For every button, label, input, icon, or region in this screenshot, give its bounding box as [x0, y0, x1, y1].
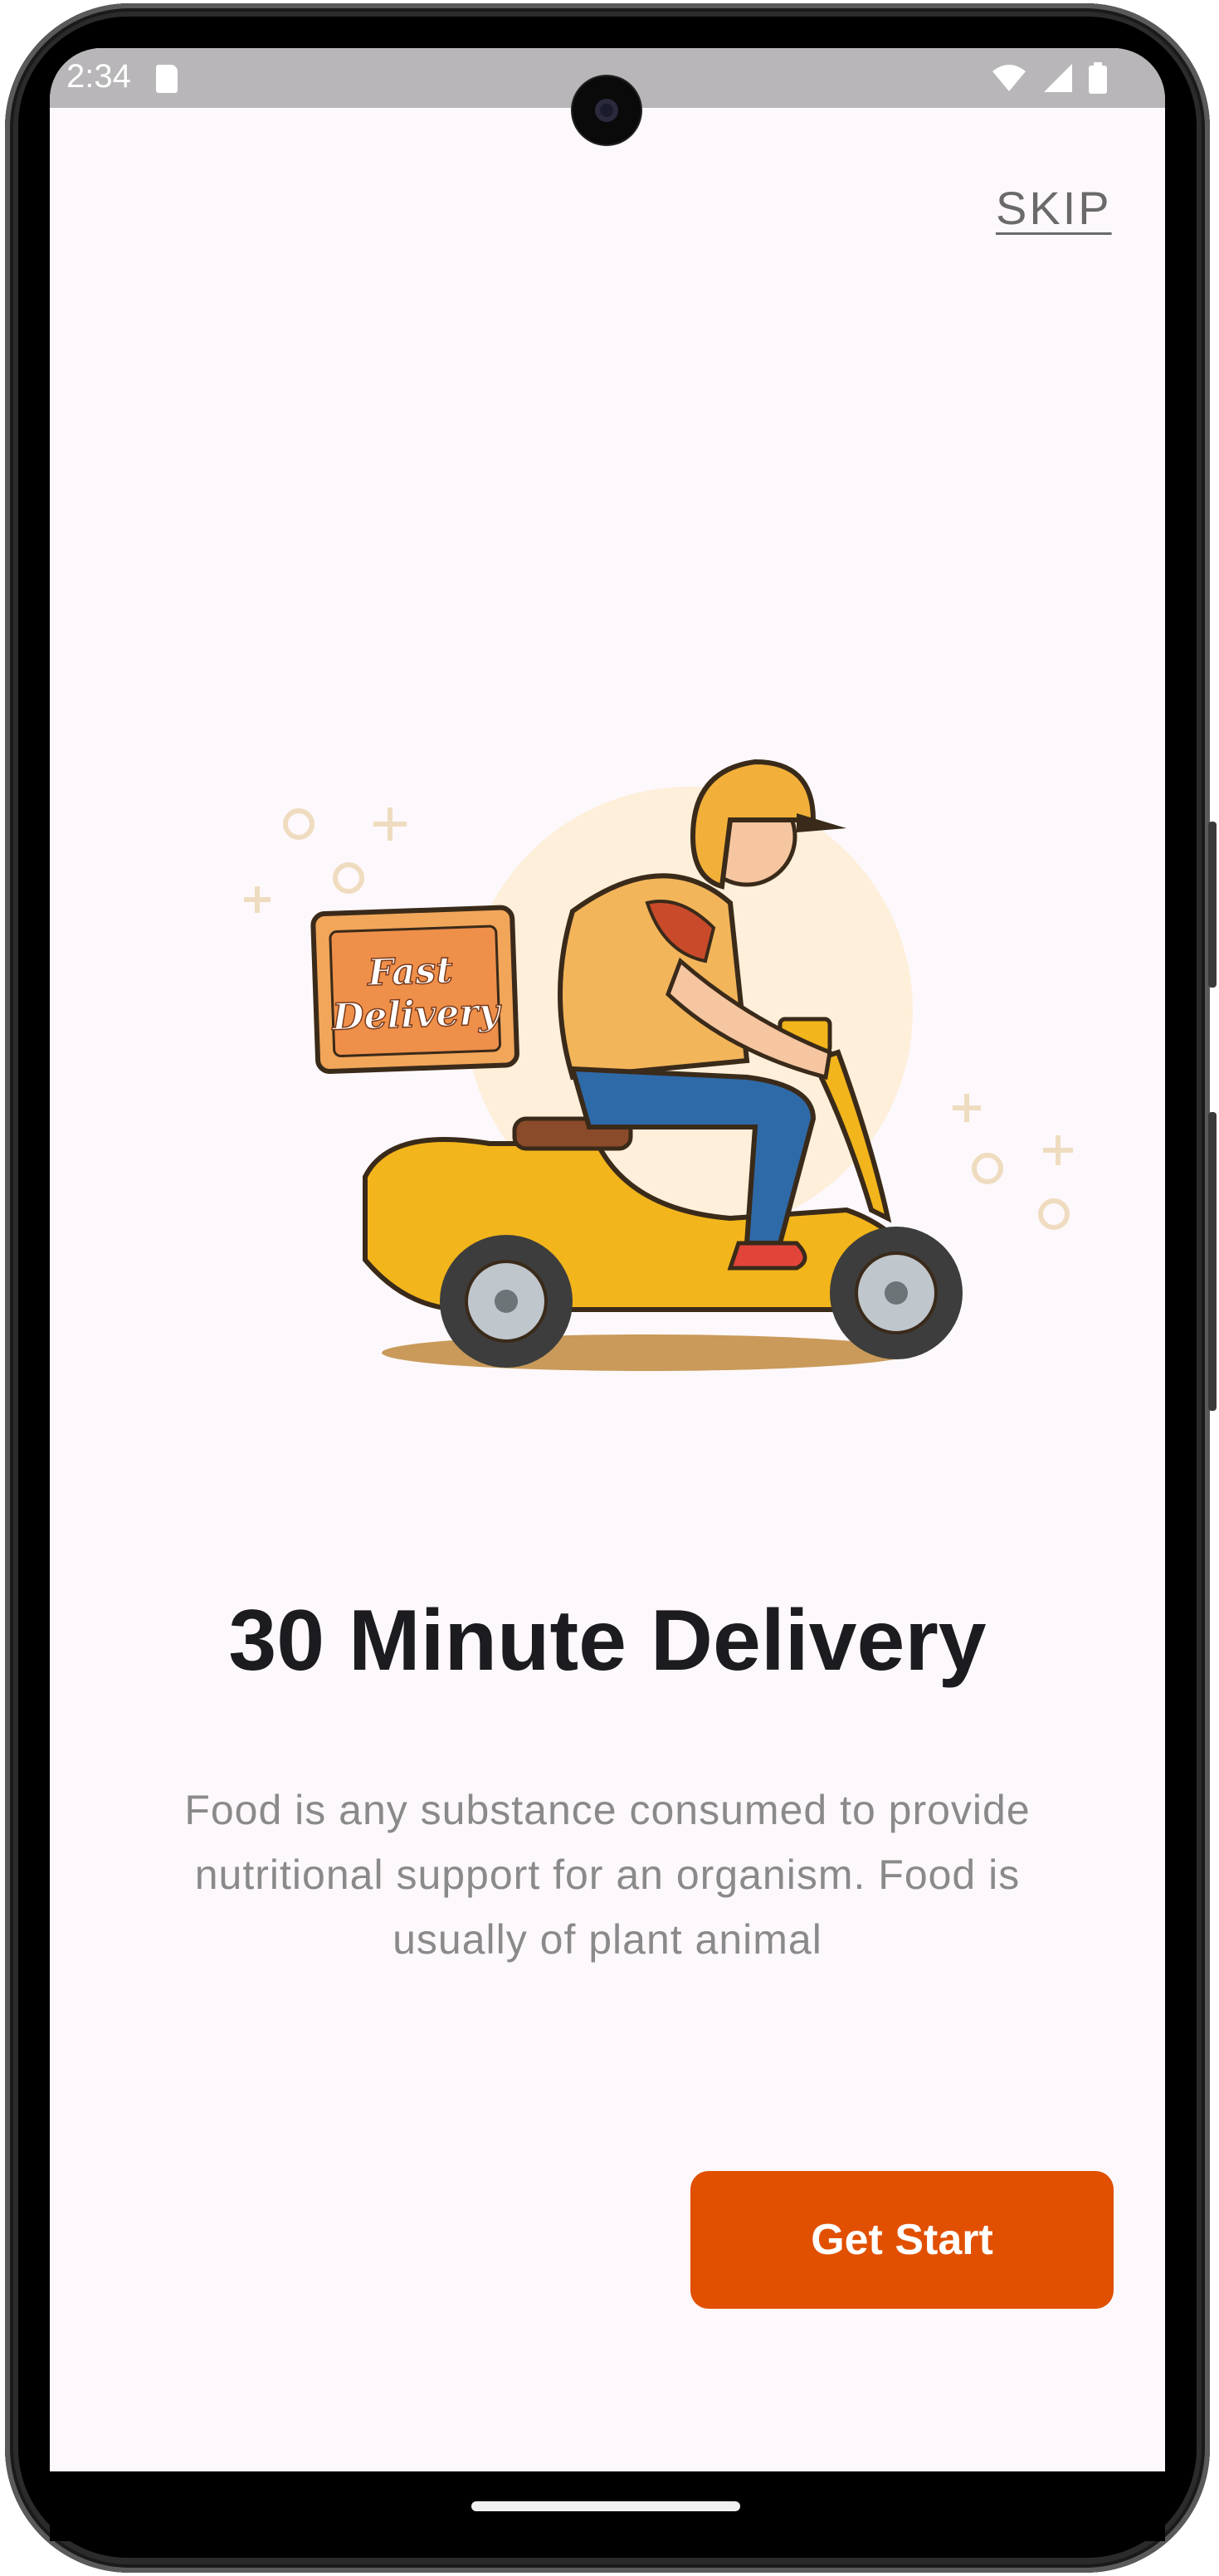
- wifi-icon: [992, 65, 1026, 91]
- skip-link[interactable]: SKIP: [996, 181, 1112, 235]
- page-title: 30 Minute Delivery: [228, 1593, 987, 1689]
- page-description: Food is any substance consumed to provid…: [184, 1787, 1031, 1963]
- box-text-line1: Fast: [365, 949, 453, 995]
- box-text-line2: Delivery: [329, 991, 503, 1039]
- delivery-scooter-illustration: Fast Delivery: [244, 759, 1073, 1371]
- status-time: 2:34: [66, 58, 131, 95]
- get-start-button[interactable]: Get Start: [690, 2171, 1114, 2309]
- sd-card-icon: [156, 65, 178, 93]
- phone-device: 2:34 SKIP Fast Delivery 30 Minute Delive…: [0, 0, 1219, 2576]
- volume-button: [1208, 1112, 1217, 1411]
- rear-wheel: [440, 1235, 573, 1368]
- power-button: [1208, 822, 1217, 988]
- front-camera: [573, 76, 641, 144]
- status-icons: [991, 61, 1107, 95]
- home-indicator[interactable]: [471, 2501, 740, 2511]
- delivery-box: Fast Delivery: [310, 905, 519, 1074]
- front-wheel: [830, 1227, 963, 1359]
- signal-icon: [1044, 64, 1072, 92]
- system-nav-bar: [50, 2471, 1165, 2541]
- app-screen: 2:34 SKIP Fast Delivery 30 Minute Delive…: [50, 48, 1165, 2471]
- battery-icon: [1089, 62, 1107, 94]
